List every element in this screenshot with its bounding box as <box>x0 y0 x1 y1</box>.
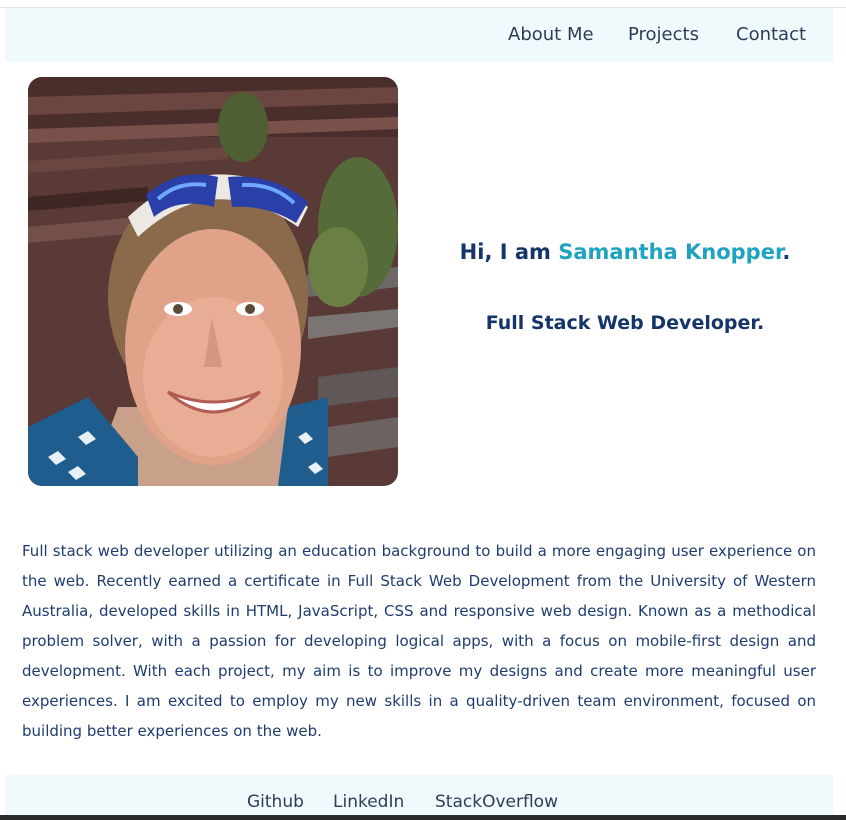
bottom-edge-bar <box>0 815 846 820</box>
role-title: Full Stack Web Developer. <box>485 312 765 334</box>
nav-about-me[interactable]: About Me <box>508 24 594 45</box>
navbar: About Me Projects Contact <box>5 8 833 62</box>
footer: Github LinkedIn StackOverflow <box>5 775 833 820</box>
bio-paragraph: Full stack web developer utilizing an ed… <box>22 542 816 740</box>
hero-intro: Hi, I am Samantha Knopper. Full Stack We… <box>400 240 846 334</box>
greeting-heading: Hi, I am Samantha Knopper. <box>400 240 846 264</box>
developer-name: Samantha Knopper <box>558 240 783 264</box>
greeting-suffix: . <box>782 240 791 264</box>
greeting-prefix: Hi, I am <box>459 240 559 264</box>
footer-github-link[interactable]: Github <box>247 792 304 812</box>
footer-stackoverflow-link[interactable]: StackOverflow <box>435 792 558 812</box>
profile-photo <box>28 77 398 486</box>
nav-contact[interactable]: Contact <box>736 24 806 45</box>
footer-linkedin-link[interactable]: LinkedIn <box>333 792 404 812</box>
nav-projects[interactable]: Projects <box>628 24 699 45</box>
